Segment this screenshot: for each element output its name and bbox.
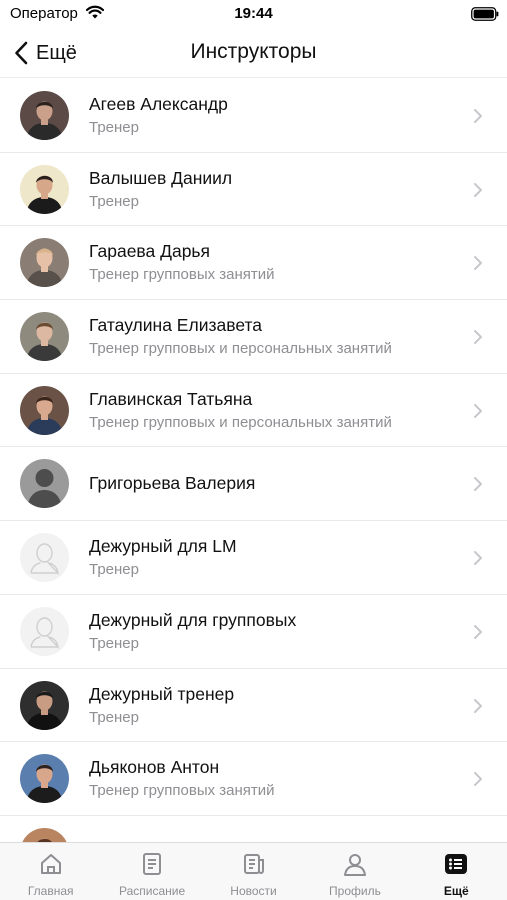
- tab-home[interactable]: Главная: [0, 843, 101, 900]
- instructor-name: Гатаулина Елизавета: [89, 315, 263, 336]
- instructor-name: Дьяконов Антон: [89, 757, 220, 778]
- chevron-right-icon: [474, 403, 482, 418]
- avatar: [20, 238, 69, 288]
- back-button[interactable]: Ещё: [14, 38, 77, 68]
- tab-label: Ещё: [443, 884, 469, 898]
- instructor-row[interactable]: Гатаулина Елизавета Тренер групповых и пе…: [0, 300, 507, 374]
- navigation-bar: Ещё Инструкторы: [0, 28, 507, 78]
- instructor-row[interactable]: Дьяконова Кристина: [0, 816, 507, 842]
- instructor-name: Валышев Даниил: [89, 167, 233, 188]
- chevron-right-icon: [474, 182, 482, 197]
- tab-news[interactable]: Новости: [203, 843, 304, 900]
- avatar: [20, 459, 69, 509]
- instructor-row[interactable]: Дежурный для LM Тренер: [0, 521, 507, 595]
- instructor-row[interactable]: Дежурный для групповых Тренер: [0, 595, 507, 669]
- avatar: [20, 385, 69, 435]
- tab-bar: Главная Расписание Новости Профиль Ещё: [0, 842, 507, 900]
- instructor-row[interactable]: Главинская Татьяна Тренер групповых и пер…: [0, 374, 507, 448]
- profile-icon: [343, 854, 366, 876]
- instructor-name: Гараева Дарья: [89, 241, 211, 262]
- chevron-right-icon: [474, 477, 482, 492]
- chevron-right-icon: [474, 256, 482, 271]
- instructor-row[interactable]: Гараева Дарья Тренер групповых занятий: [0, 226, 507, 301]
- instructor-role: Тренер: [89, 561, 139, 579]
- instructor-name: Агеев Александр: [89, 94, 228, 114]
- tab-label: Главная: [27, 884, 74, 898]
- tab-profile[interactable]: Профиль: [304, 843, 405, 900]
- chevron-right-icon: [474, 551, 482, 566]
- avatar: [20, 680, 69, 730]
- back-button-label: Ещё: [36, 41, 77, 64]
- instructor-name: Григорьева Валерия: [89, 473, 256, 494]
- chevron-right-icon: [474, 624, 482, 639]
- instructor-role: Тренер групповых и персональных занятий: [89, 413, 392, 431]
- tab-label: Профиль: [329, 884, 381, 898]
- battery-icon: [471, 7, 499, 21]
- home-icon: [40, 854, 61, 874]
- avatar: [20, 533, 69, 583]
- chevron-right-icon: [474, 772, 482, 787]
- tab-schedule[interactable]: Расписание: [101, 843, 202, 900]
- avatar: [20, 754, 69, 804]
- instructor-role: Тренер: [89, 634, 139, 652]
- schedule-icon: [143, 853, 162, 875]
- instructor-row[interactable]: Валышев Даниил Тренер: [0, 153, 507, 227]
- instructor-name: Главинская Татьяна: [89, 388, 253, 409]
- instructor-name: Дежурный для LM: [89, 536, 237, 557]
- instructor-role: Тренер: [89, 119, 139, 136]
- avatar: [20, 91, 69, 140]
- instructor-row[interactable]: Дежурный тренер Тренер: [0, 669, 507, 743]
- tab-label: Расписание: [119, 884, 186, 898]
- status-bar: Оператор 19:44: [0, 0, 507, 28]
- chevron-left-icon: [15, 41, 28, 65]
- avatar: [20, 827, 69, 842]
- instructor-row[interactable]: Григорьева Валерия: [0, 447, 507, 522]
- chevron-right-icon: [474, 330, 482, 345]
- instructor-row[interactable]: Дьяконов Антон Тренер групповых занятий: [0, 742, 507, 816]
- chevron-right-icon: [474, 698, 482, 713]
- news-icon: [243, 854, 264, 874]
- tab-label: Новости: [230, 884, 277, 898]
- instructor-name: Дежурный для групповых: [89, 609, 297, 630]
- avatar: [20, 164, 69, 214]
- instructor-row[interactable]: Агеев Александр Тренер: [0, 79, 507, 153]
- instructor-list[interactable]: Агеев Александр Тренер Валышев Даниил Трен…: [0, 79, 507, 842]
- tab-more[interactable]: Ещё: [406, 843, 507, 900]
- instructor-role: Тренер групповых и персональных занятий: [89, 340, 392, 358]
- avatar: [20, 606, 69, 656]
- instructors-screen: Оператор 19:44 Ещё Инструкторы Агеев Але…: [0, 0, 507, 900]
- instructor-role: Тренер: [89, 192, 139, 210]
- instructor-role: Тренер: [89, 708, 139, 726]
- status-time: 19:44: [234, 5, 273, 22]
- instructor-role: Тренер групповых занятий: [89, 782, 275, 800]
- chevron-right-icon: [474, 109, 482, 123]
- instructor-role: Тренер групповых занятий: [89, 266, 275, 284]
- avatar: [20, 312, 69, 362]
- more-list-icon: [445, 854, 468, 874]
- instructor-name: Дежурный тренер: [89, 683, 235, 704]
